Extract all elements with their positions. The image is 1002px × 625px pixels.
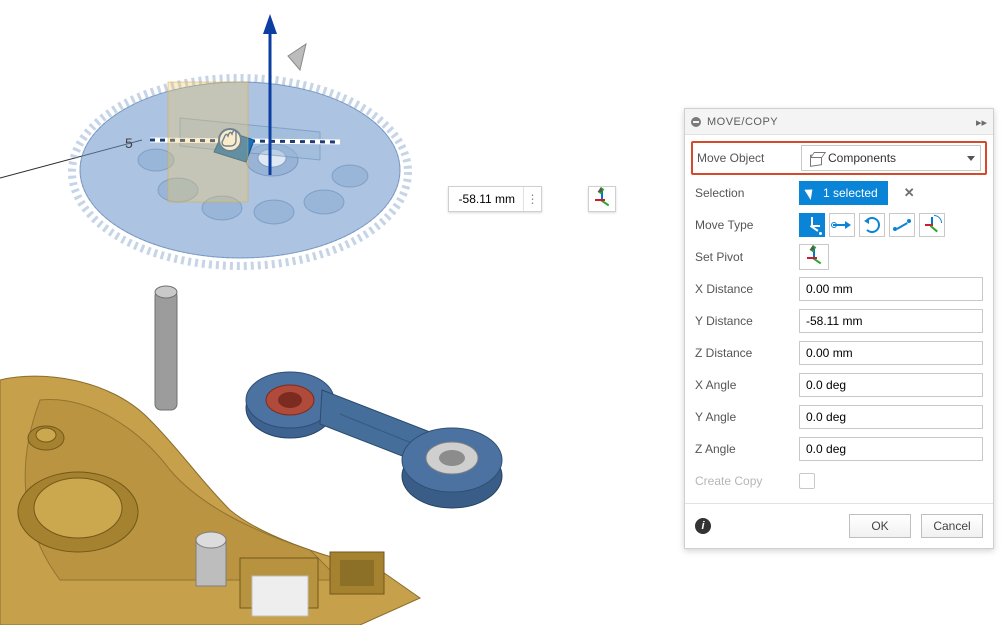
collapse-icon[interactable] [691, 117, 701, 127]
pivot-axes-icon [806, 249, 822, 265]
row-y-angle: Y Angle [695, 401, 983, 433]
move-type-translate[interactable] [829, 213, 855, 237]
row-move-type: Move Type [695, 209, 983, 241]
row-selection: Selection 1 selected ✕ [695, 177, 983, 209]
row-z-angle: Z Angle [695, 433, 983, 465]
label-move-type: Move Type [695, 218, 799, 232]
row-x-distance: X Distance [695, 273, 983, 305]
viewport-3d[interactable]: 5 [0, 0, 680, 625]
input-z-angle[interactable] [799, 437, 983, 461]
chevron-down-icon [967, 156, 975, 161]
expand-forward-icon[interactable]: ▸▸ [976, 116, 987, 129]
set-pivot-button[interactable] [799, 244, 829, 270]
row-x-angle: X Angle [695, 369, 983, 401]
rotate-icon [864, 217, 880, 233]
row-set-pivot: Set Pivot [695, 241, 983, 273]
label-move-object: Move Object [697, 151, 801, 165]
link-component [246, 372, 502, 508]
row-move-object: Move Object Components [691, 141, 987, 175]
panel-header[interactable]: MOVE/COPY ▸▸ [685, 109, 993, 135]
cursor-icon [805, 187, 817, 199]
label-create-copy: Create Copy [695, 474, 799, 488]
info-icon[interactable]: i [695, 518, 711, 534]
freeform-axes-icon [804, 217, 820, 233]
callout-more-icon[interactable]: ⋮ [523, 187, 541, 211]
distance-callout[interactable]: ⋮ [448, 186, 542, 212]
move-object-value: Components [828, 151, 896, 165]
axes-arc-icon [924, 217, 940, 233]
move-type-rotate[interactable] [859, 213, 885, 237]
move-type-point-to-point[interactable] [889, 213, 915, 237]
input-z-distance[interactable] [799, 341, 983, 365]
point-to-point-icon [893, 218, 911, 232]
label-z-distance: Z Distance [695, 346, 799, 360]
move-object-dropdown[interactable]: Components [801, 145, 981, 171]
label-selection: Selection [695, 186, 799, 200]
move-type-axes[interactable] [919, 213, 945, 237]
component-icon [808, 151, 822, 165]
cancel-button[interactable]: Cancel [921, 514, 983, 538]
input-x-angle[interactable] [799, 373, 983, 397]
row-y-distance: Y Distance [695, 305, 983, 337]
row-z-distance: Z Distance [695, 337, 983, 369]
move-type-freeform[interactable] [799, 213, 825, 237]
selection-chip-text: 1 selected [823, 186, 878, 200]
label-set-pivot: Set Pivot [695, 250, 799, 264]
ok-button[interactable]: OK [849, 514, 911, 538]
create-copy-checkbox [799, 473, 815, 489]
label-y-angle: Y Angle [695, 410, 799, 424]
viewport-canvas[interactable]: 5 [0, 0, 680, 625]
clear-selection-button[interactable]: ✕ [904, 185, 915, 201]
input-y-angle[interactable] [799, 405, 983, 429]
label-x-angle: X Angle [695, 378, 799, 392]
row-create-copy: Create Copy [695, 465, 983, 497]
drag-distance-label: 5 [125, 135, 133, 151]
distance-callout-input[interactable] [449, 187, 521, 211]
pivot-axes-icon [594, 191, 610, 207]
label-z-angle: Z Angle [695, 442, 799, 456]
label-x-distance: X Distance [695, 282, 799, 296]
move-copy-panel: MOVE/COPY ▸▸ Move Object Components Sele… [684, 108, 994, 549]
input-x-distance[interactable] [799, 277, 983, 301]
label-y-distance: Y Distance [695, 314, 799, 328]
callout-pivot-button[interactable] [588, 186, 616, 212]
selection-chip[interactable]: 1 selected [799, 181, 888, 205]
translate-icon [833, 218, 851, 232]
panel-title: MOVE/COPY [707, 116, 778, 128]
input-y-distance[interactable] [799, 309, 983, 333]
pin-component [155, 286, 177, 410]
panel-footer: i OK Cancel [685, 503, 993, 548]
